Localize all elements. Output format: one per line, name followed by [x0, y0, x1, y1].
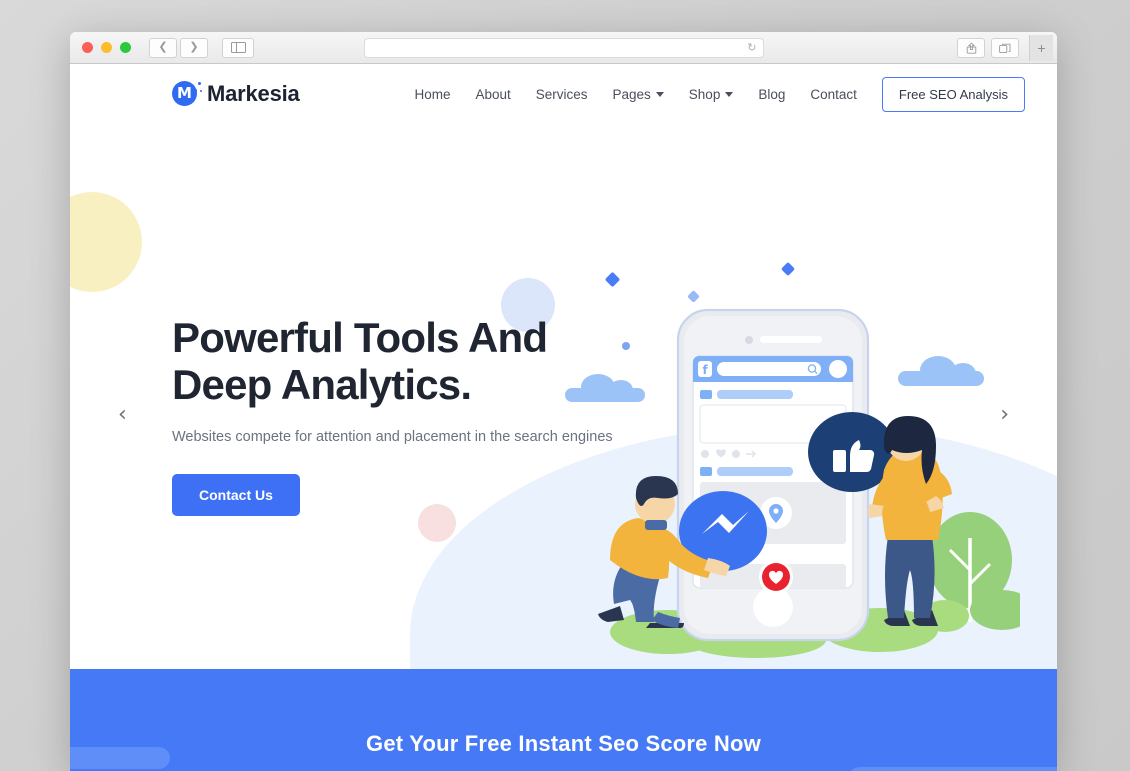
address-bar-container: ↻ [363, 37, 764, 58]
nav-item-shop[interactable]: Shop [689, 87, 734, 102]
svg-text:f: f [703, 363, 709, 377]
share-icon [966, 42, 976, 54]
share-button[interactable] [957, 38, 985, 58]
logo-dot-icon [199, 89, 202, 92]
close-window-button[interactable] [82, 42, 93, 53]
nav-item-services[interactable]: Services [536, 87, 588, 102]
nav-item-pages[interactable]: Pages [613, 87, 664, 102]
navigation-buttons: ❮ ❯ [149, 37, 208, 58]
site-header: M Markesia Home About Services Pages Sho… [70, 64, 1057, 124]
window-controls [82, 42, 131, 53]
hero-illustration: f [550, 292, 1034, 669]
tab-overview-icon [999, 43, 1011, 53]
hero-headline-line-2: Deep Analytics. [172, 361, 472, 409]
nav-label: About [475, 86, 511, 102]
webpage: M Markesia Home About Services Pages Sho… [70, 64, 1057, 771]
browser-toolbar: ❮ ❯ ↻ + [70, 32, 1057, 64]
brand-name: Markesia [207, 81, 300, 106]
seo-score-section: Get Your Free Instant Seo Score Now Chec… [70, 669, 1057, 771]
hero-headline: Powerful Tools And Deep Analytics. [172, 314, 613, 409]
social-media-illustration-svg: f [598, 308, 1034, 658]
hero-section: ‹ › Powerful Tools And Deep Analytics. W… [70, 124, 1057, 669]
minimize-window-button[interactable] [101, 42, 112, 53]
nav-item-about[interactable]: About [475, 87, 510, 102]
browser-window: ❮ ❯ ↻ + M Markesia Home About Services P… [70, 32, 1057, 771]
hero-subheadline: Websites compete for attention and place… [172, 428, 613, 445]
logo-mark: M [172, 80, 202, 108]
new-tab-button[interactable]: + [1029, 35, 1053, 61]
hero-copy: Powerful Tools And Deep Analytics. Websi… [172, 314, 613, 516]
seo-section-title: Get Your Free Instant Seo Score Now [366, 731, 761, 756]
chevron-down-icon [725, 91, 734, 97]
carousel-next-button[interactable]: › [1000, 402, 1009, 427]
forward-button[interactable]: ❯ [180, 37, 208, 58]
nav-item-contact[interactable]: Contact [810, 87, 857, 102]
nav-label: Blog [758, 86, 786, 102]
decorative-yellow-circle [70, 192, 142, 292]
maximize-window-button[interactable] [120, 42, 131, 53]
address-bar[interactable]: ↻ [363, 37, 764, 58]
reload-icon[interactable]: ↻ [747, 41, 756, 54]
back-button[interactable]: ❮ [149, 37, 177, 58]
decorative-diamond-icon [604, 271, 621, 288]
decorative-diamond-icon [780, 261, 796, 277]
main-navigation: Home About Services Pages Shop Blog Cont… [414, 76, 1025, 112]
hero-headline-line-1: Powerful Tools And [172, 314, 548, 361]
sidebar-toggle-icon [230, 42, 246, 53]
brand-logo[interactable]: M Markesia [172, 80, 300, 108]
nav-item-home[interactable]: Home [414, 87, 450, 102]
tab-overview-button[interactable] [991, 38, 1019, 58]
nav-label: Shop [688, 86, 721, 102]
sidebar-toggle-button[interactable] [222, 37, 254, 58]
nav-label: Home [414, 86, 451, 102]
toolbar-right-buttons: + [957, 32, 1057, 64]
free-seo-analysis-button[interactable]: Free SEO Analysis [881, 76, 1025, 112]
contact-us-button[interactable]: Contact Us [172, 473, 300, 516]
logo-dot-icon [197, 81, 201, 85]
nav-label: Services [535, 86, 588, 102]
carousel-prev-button[interactable]: ‹ [118, 402, 127, 427]
chevron-down-icon [655, 91, 664, 97]
logo-dot-icon [194, 88, 197, 92]
logo-circle-icon: M [172, 80, 197, 106]
nav-item-blog[interactable]: Blog [758, 87, 785, 102]
nav-label: Contact [810, 86, 857, 102]
decorative-bar [847, 767, 1057, 771]
nav-label: Pages [612, 86, 651, 102]
